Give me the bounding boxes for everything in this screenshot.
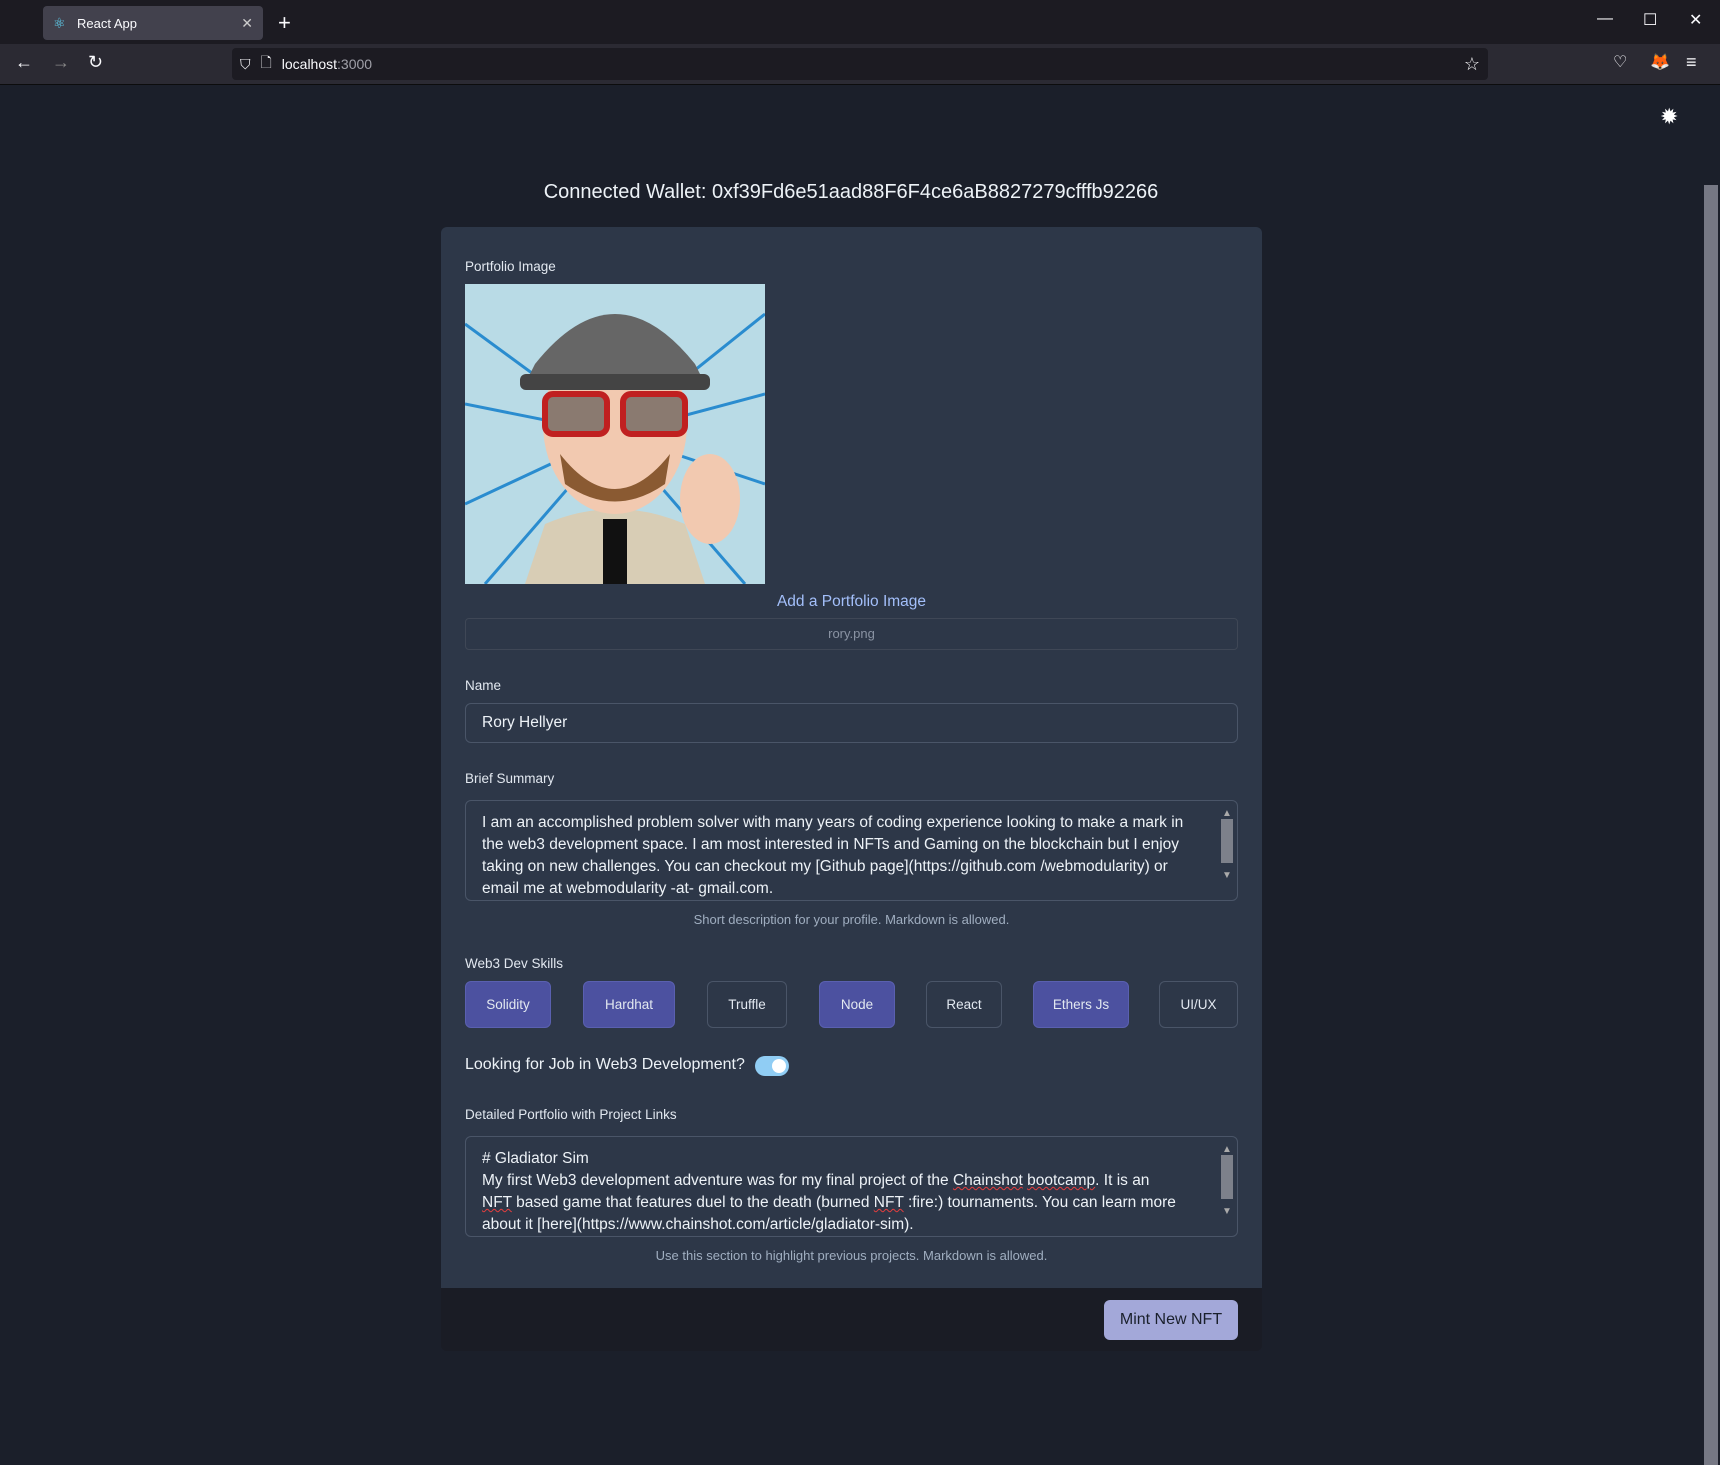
pocket-icon[interactable]: ♡	[1613, 52, 1627, 72]
portfolio-label: Detailed Portfolio with Project Links	[465, 1107, 677, 1122]
summary-textarea[interactable]: I am an accomplished problem solver with…	[465, 800, 1238, 901]
summary-label: Brief Summary	[465, 771, 555, 786]
connected-wallet: Connected Wallet: 0xf39Fd6e51aad88F6F4ce…	[543, 181, 1159, 203]
portfolio-image	[465, 284, 765, 584]
name-label: Name	[465, 678, 502, 693]
skill-ui-ux[interactable]: UI/UX	[1159, 981, 1238, 1028]
react-icon: ⚛	[53, 15, 66, 31]
shield-icon: ⛉	[240, 55, 251, 72]
portfolio-help: Use this section to highlight previous p…	[655, 1248, 1048, 1263]
summary-text: I am an accomplished problem solver with…	[482, 814, 1184, 897]
add-portfolio-image-link[interactable]: Add a Portfolio Image	[441, 593, 1262, 611]
close-window-icon[interactable]: ✕	[1689, 10, 1702, 30]
url-port: :3000	[337, 56, 373, 72]
browser-tab[interactable]: ⚛ React App ✕	[43, 6, 263, 40]
summary-scrollbar[interactable]: ▲ ▼	[1219, 803, 1235, 898]
portfolio-image-label: Portfolio Image	[465, 259, 556, 274]
theme-toggle-icon[interactable]: ✹	[1660, 104, 1678, 130]
new-tab-icon[interactable]: +	[278, 10, 291, 36]
minimize-icon[interactable]: —	[1597, 10, 1613, 28]
forward-icon[interactable]: →	[52, 52, 70, 73]
job-toggle[interactable]	[755, 1056, 789, 1076]
url-bar[interactable]: ⛉ 🗋 localhost:3000 ☆	[232, 48, 1488, 80]
url-host: localhost	[281, 56, 338, 72]
mint-form: Portfolio Image Add a Portfolio Image ro…	[441, 227, 1262, 1288]
portfolio-line: # Gladiator Sim	[482, 1150, 589, 1167]
portfolio-textarea[interactable]: # Gladiator Sim My first Web3 developmen…	[465, 1136, 1238, 1237]
portfolio-scrollbar[interactable]: ▲ ▼	[1219, 1139, 1235, 1234]
bookmark-star-icon[interactable]: ☆	[1464, 54, 1480, 75]
skill-ethers-js[interactable]: Ethers Js	[1033, 981, 1129, 1028]
skills-group: Solidity Hardhat Truffle Node React Ethe…	[465, 981, 1238, 1028]
skill-react[interactable]: React	[926, 981, 1002, 1028]
nav-bar: ← → ↻ ⛉ 🗋 localhost:3000 ☆ ♡ 🦊 ≡	[0, 44, 1720, 85]
mint-new-nft-button[interactable]: Mint New NFT	[1104, 1300, 1238, 1340]
close-tab-icon[interactable]: ✕	[241, 15, 253, 32]
skill-solidity[interactable]: Solidity	[465, 981, 551, 1028]
skill-node[interactable]: Node	[819, 981, 895, 1028]
job-label: Looking for Job in Web3 Development?	[465, 1056, 745, 1073]
page-scrollbar[interactable]	[1702, 85, 1720, 1465]
maximize-icon[interactable]: ☐	[1643, 10, 1657, 30]
menu-icon[interactable]: ≡	[1686, 52, 1697, 73]
skill-truffle[interactable]: Truffle	[707, 981, 787, 1028]
skill-hardhat[interactable]: Hardhat	[583, 981, 675, 1028]
back-icon[interactable]: ←	[15, 52, 33, 73]
tab-bar: ⚛ React App ✕ + — ☐ ✕	[0, 0, 1720, 44]
portfolio-line: My first Web3 development adventure was …	[482, 1172, 1150, 1189]
page-icon: 🗋	[260, 54, 272, 70]
portfolio-line: NFT based game that features duel to the…	[482, 1194, 1176, 1211]
portfolio-line: about it [here](https://www.chainshot.co…	[482, 1216, 914, 1233]
summary-help: Short description for your profile. Mark…	[693, 912, 1010, 927]
reload-icon[interactable]: ↻	[88, 52, 103, 73]
file-input[interactable]: rory.png	[465, 618, 1238, 650]
form-footer: Mint New NFT	[441, 1288, 1262, 1351]
metamask-icon[interactable]: 🦊	[1650, 52, 1670, 72]
tab-title: React App	[77, 15, 137, 31]
name-input[interactable]	[465, 703, 1238, 743]
skills-label: Web3 Dev Skills	[465, 956, 564, 971]
